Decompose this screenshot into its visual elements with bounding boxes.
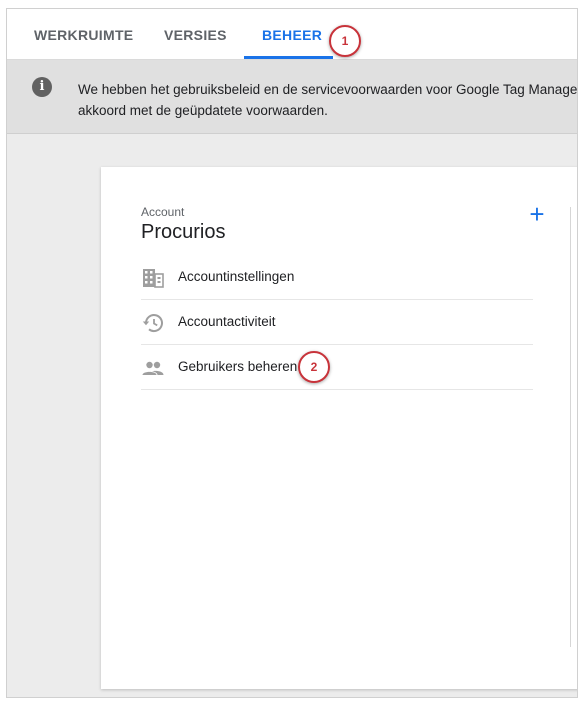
- tab-werkruimte[interactable]: WERKRUIMTE: [34, 9, 133, 60]
- info-icon: i: [32, 77, 52, 97]
- active-tab-indicator: [244, 56, 333, 59]
- banner-text: We hebben het gebruiksbeleid en de servi…: [78, 79, 578, 121]
- history-icon: [142, 314, 163, 333]
- column-divider: [570, 207, 571, 647]
- building-icon: [143, 269, 164, 288]
- tab-beheer[interactable]: BEHEER: [262, 9, 322, 60]
- banner-text-line-2: akkoord met de geüpdatete voorwaarden.: [78, 103, 328, 118]
- plus-icon[interactable]: +: [525, 201, 549, 227]
- people-icon: [142, 361, 164, 375]
- menu-item-label: Gebruikers beheren: [178, 359, 298, 374]
- tab-versies[interactable]: VERSIES: [164, 9, 227, 60]
- terms-notice-banner: i We hebben het gebruiksbeleid en de ser…: [7, 60, 577, 134]
- menu-item-label: Accountinstellingen: [178, 269, 295, 284]
- menu-item-label: Accountactiviteit: [178, 314, 276, 329]
- account-menu: Accountinstellingen Accountactiviteit Ge…: [141, 255, 533, 390]
- menu-item-account-settings[interactable]: Accountinstellingen: [141, 255, 533, 300]
- step-callout-1: 1: [329, 25, 361, 57]
- menu-item-account-activity[interactable]: Accountactiviteit: [141, 300, 533, 345]
- step-callout-2: 2: [298, 351, 330, 383]
- banner-text-line-1: We hebben het gebruiksbeleid en de servi…: [78, 82, 578, 97]
- app-window: WERKRUIMTE VERSIES BEHEER 1 i We hebben …: [6, 8, 578, 698]
- menu-item-manage-users[interactable]: Gebruikers beheren 2: [141, 345, 533, 390]
- account-section-label: Account: [141, 205, 185, 219]
- account-name: Procurios: [141, 221, 226, 243]
- account-card: Account Procurios + Accountinstellingen: [101, 167, 577, 689]
- tab-bar: WERKRUIMTE VERSIES BEHEER 1: [7, 9, 577, 60]
